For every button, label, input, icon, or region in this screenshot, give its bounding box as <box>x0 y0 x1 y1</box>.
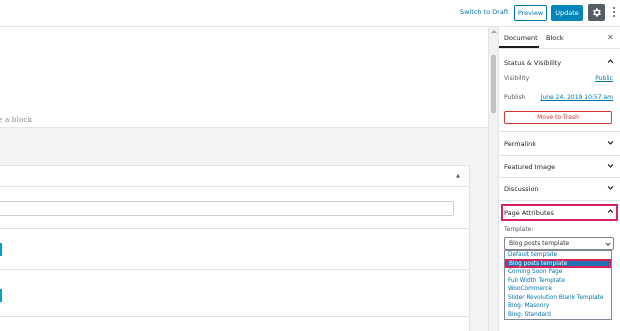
visibility-value[interactable]: Public <box>595 75 613 82</box>
divider <box>0 228 470 229</box>
divider <box>0 186 470 187</box>
template-option-selected[interactable]: Blog posts template <box>505 259 611 268</box>
template-option-label: Blog posts template <box>509 261 568 267</box>
template-option[interactable]: Blog: Standard <box>508 312 551 318</box>
close-icon[interactable]: ✕ <box>607 33 614 42</box>
divider <box>499 177 620 178</box>
gear-icon <box>593 8 601 17</box>
chevron-down-icon[interactable] <box>607 162 614 169</box>
editor-scrollbar[interactable] <box>488 27 498 331</box>
divider <box>0 316 470 317</box>
divider <box>499 131 620 132</box>
template-option[interactable]: Slider Revolution Blank Template <box>508 295 603 301</box>
settings-button[interactable] <box>588 4 605 21</box>
divider <box>0 269 470 270</box>
switch-to-draft-link[interactable]: Switch to Draft <box>460 8 509 16</box>
more-icon[interactable] <box>611 5 617 21</box>
settings-sidebar: Document Block ✕ Status & Visibility Vis… <box>498 27 620 331</box>
template-select[interactable]: Blog posts template <box>504 237 614 250</box>
preview-button[interactable]: Preview <box>514 5 547 21</box>
publish-label: Publish <box>504 94 526 101</box>
visibility-label: Visibility <box>504 75 530 82</box>
template-option[interactable]: Full Width Template <box>508 278 565 284</box>
active-tab-indicator <box>499 46 539 48</box>
panel-permalink[interactable]: Permalink <box>504 140 536 148</box>
chevron-up-icon[interactable] <box>607 58 614 65</box>
block-appender-hint[interactable]: e a block <box>0 115 32 124</box>
divider <box>499 200 620 201</box>
sidebar-tabs: Document Block ✕ <box>499 27 620 49</box>
status-visibility-title[interactable]: Status & Visibility <box>504 59 561 67</box>
editor-header: Switch to Draft Preview Update <box>0 0 620 27</box>
move-to-trash-button[interactable]: Move to Trash <box>504 111 612 124</box>
template-option[interactable]: Coming Soon Page <box>508 269 562 275</box>
panel-featured-image[interactable]: Featured Image <box>504 163 555 171</box>
panel-discussion[interactable]: Discussion <box>504 185 539 193</box>
template-label: Template: <box>504 226 534 233</box>
template-selected-value: Blog posts template <box>509 240 570 247</box>
tab-document[interactable]: Document <box>504 34 538 42</box>
template-option[interactable]: Blog: Masonry <box>508 303 549 309</box>
caret-up-icon[interactable]: ▲ <box>456 173 460 179</box>
divider <box>499 155 620 156</box>
scroll-thumb[interactable] <box>491 55 496 113</box>
meta-input[interactable] <box>0 201 454 216</box>
page-attributes-title[interactable]: Page Attributes <box>504 209 554 217</box>
template-option[interactable]: Default template <box>508 252 557 258</box>
template-dropdown: Default template Blog posts template Com… <box>504 250 612 320</box>
meta-row-marker <box>0 289 2 302</box>
chevron-up-icon[interactable] <box>607 208 614 215</box>
publish-date[interactable]: June 24, 2019 10:57 am <box>541 94 613 101</box>
tab-block[interactable]: Block <box>546 34 564 42</box>
update-button[interactable]: Update <box>551 5 583 21</box>
meta-row-marker <box>0 243 2 256</box>
template-option[interactable]: WooCommerce <box>508 286 552 292</box>
chevron-down-icon[interactable] <box>607 184 614 191</box>
editor-canvas[interactable]: e a block ▲ <box>0 27 488 331</box>
scroll-up-arrow[interactable] <box>491 30 497 33</box>
chevron-down-icon[interactable] <box>607 139 614 146</box>
chevron-down-icon <box>605 242 611 246</box>
meta-boxes-area: ▲ <box>0 127 488 331</box>
meta-box: ▲ <box>0 165 470 331</box>
